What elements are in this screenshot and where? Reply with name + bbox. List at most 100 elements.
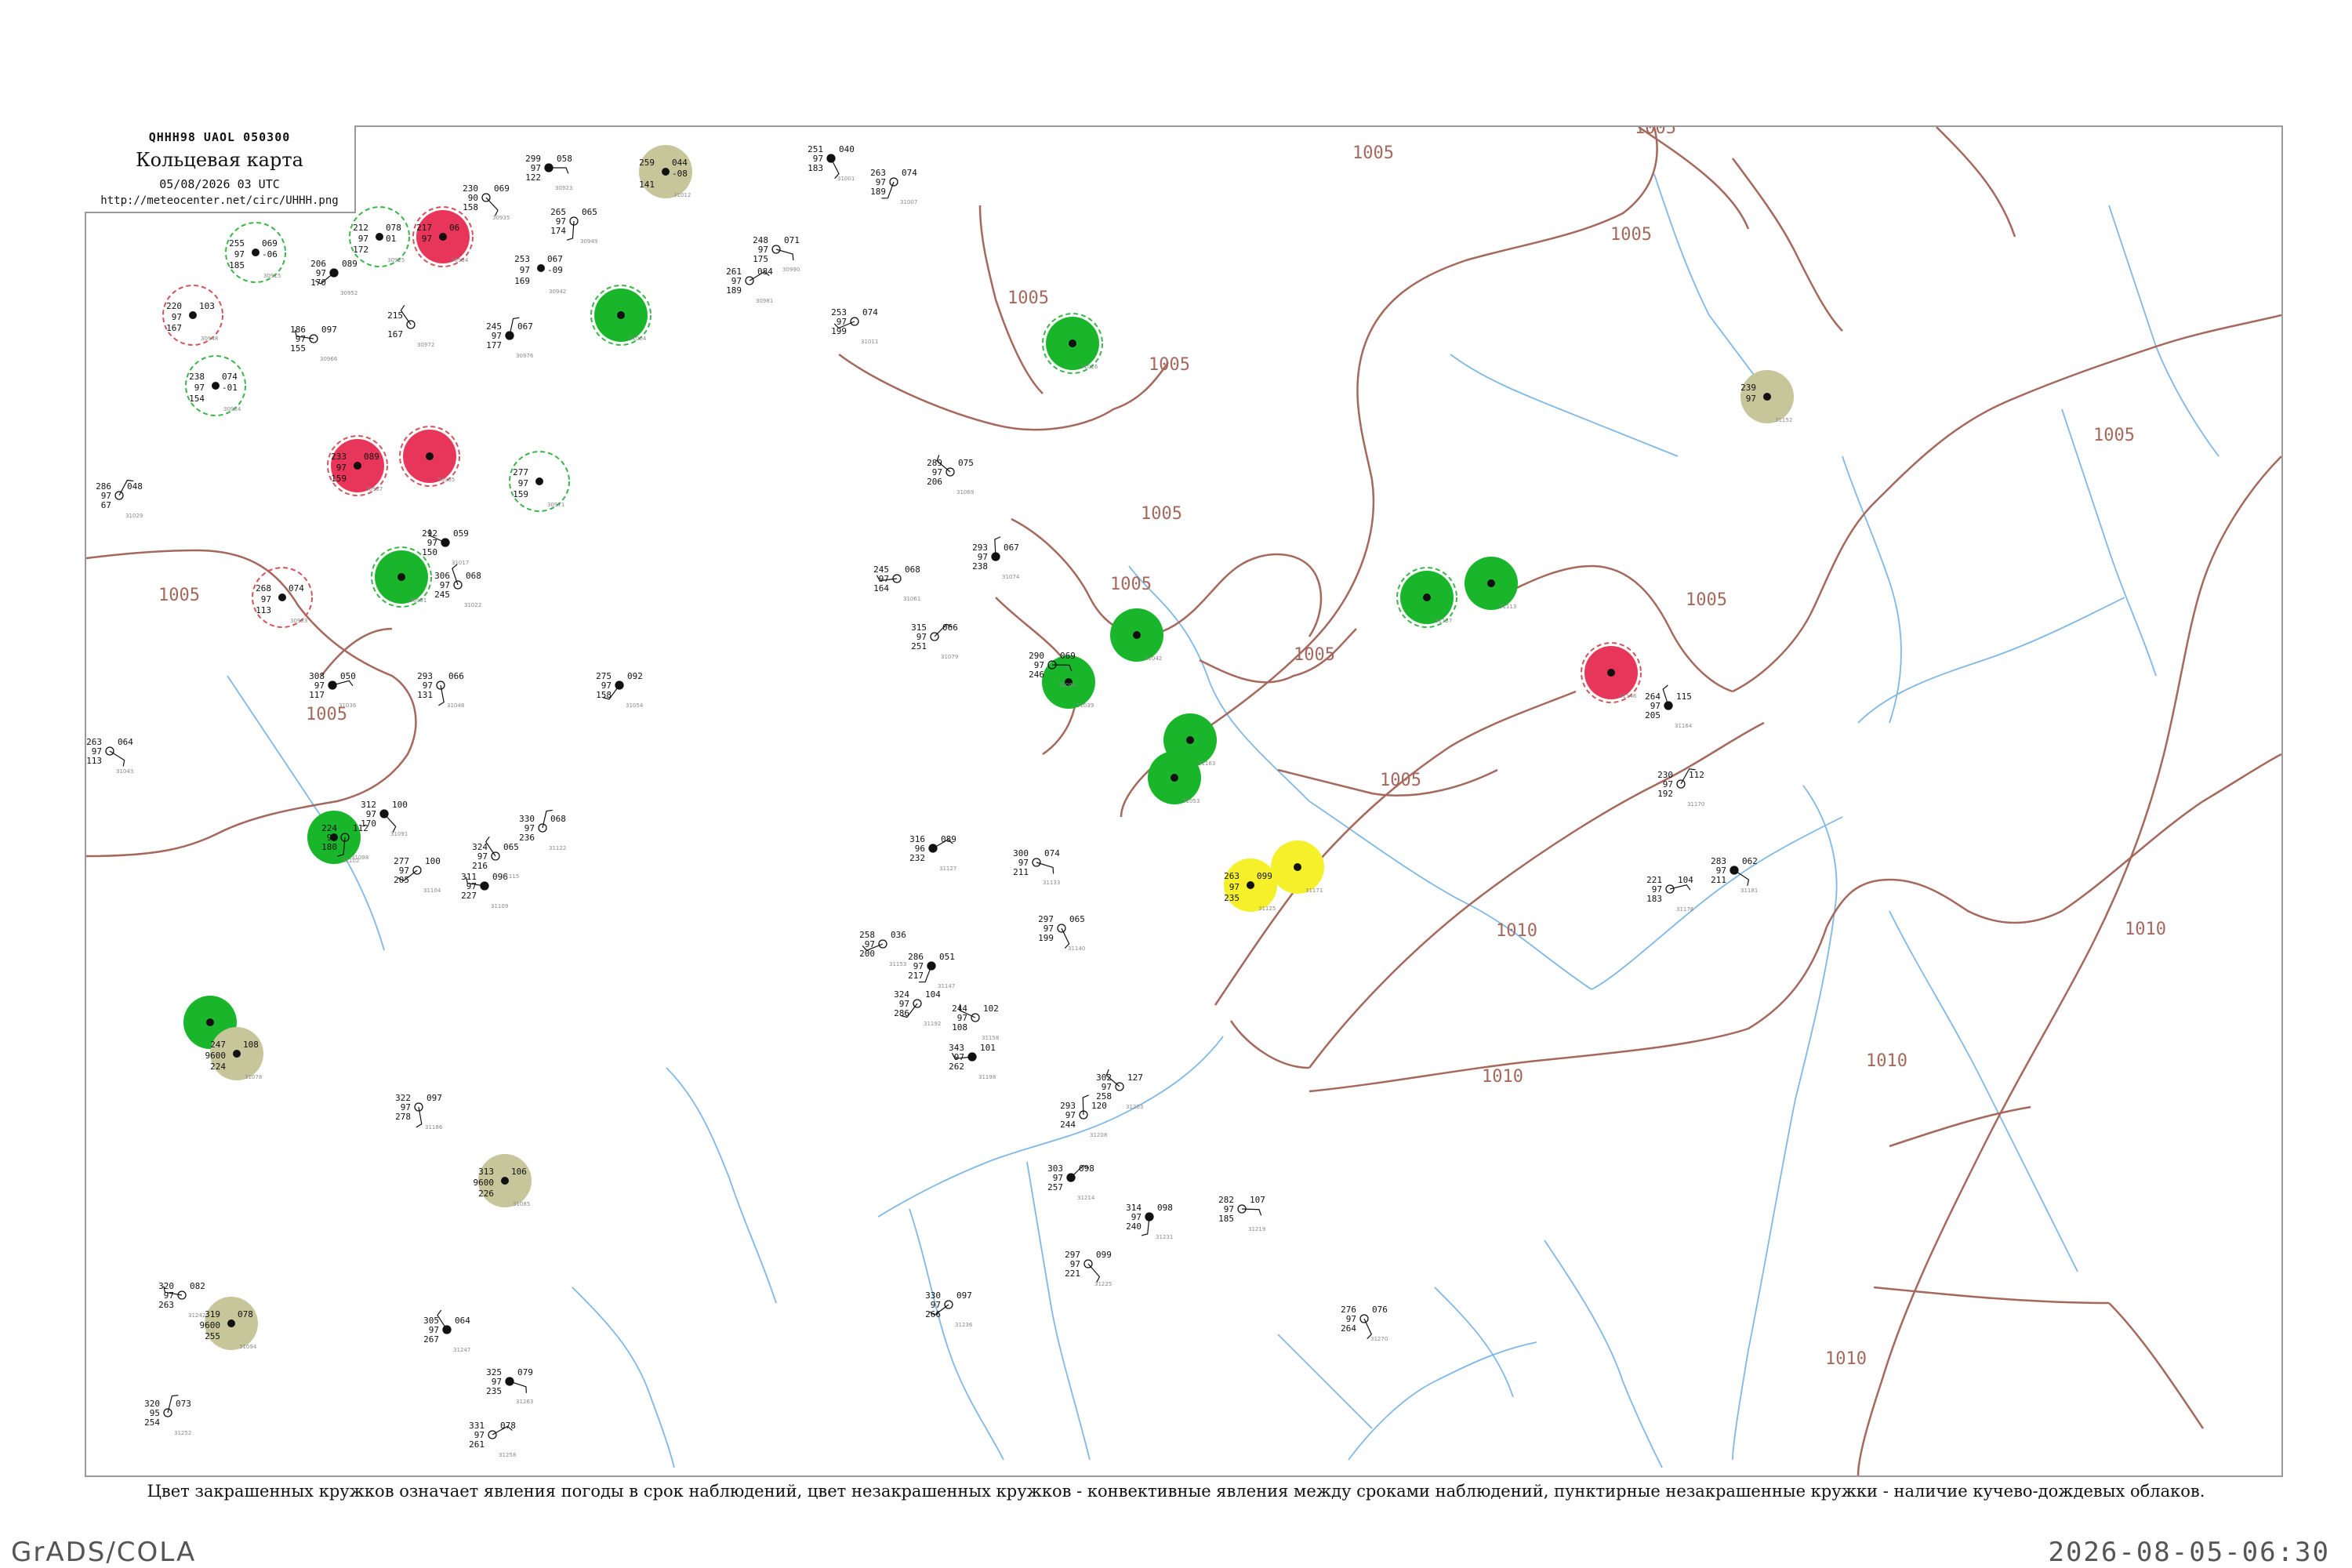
station-value: 067 bbox=[547, 254, 563, 264]
station-value: 078 bbox=[238, 1309, 253, 1319]
station-plot[interactable]: 2779720510031104 bbox=[394, 856, 441, 894]
station-26[interactable]: 31146 bbox=[1581, 642, 1642, 703]
station-09[interactable]: 27797159 30971 bbox=[509, 451, 570, 512]
station-value: 261 bbox=[469, 1439, 485, 1450]
station-plot[interactable]: 2219718310431176 bbox=[1646, 875, 1694, 913]
station-04[interactable]: 25397169 067-09 30942 bbox=[514, 254, 566, 295]
station-plot[interactable]: 3089711705031036 bbox=[309, 671, 357, 709]
station-plot[interactable]: 3319726107831258 bbox=[469, 1421, 516, 1458]
station-plot[interactable]: 2869721705131147 bbox=[908, 952, 955, 989]
station-dot bbox=[617, 311, 625, 319]
station-value: 066 bbox=[448, 671, 464, 681]
isobar-label: 1005 bbox=[1110, 575, 1152, 594]
isobar-label: 1005 bbox=[158, 586, 200, 605]
station-value: 164 bbox=[873, 583, 889, 593]
station-plot[interactable]: 3439726210131198 bbox=[949, 1043, 996, 1080]
station-plot[interactable]: 3209726308231242 bbox=[158, 1281, 205, 1319]
station-plot[interactable]: 2979719906531140 bbox=[1038, 914, 1085, 952]
station-value: 215 bbox=[387, 310, 403, 321]
station-plot[interactable]: 3229727809731186 bbox=[395, 1093, 443, 1131]
station-plot[interactable]: 3169623208931127 bbox=[909, 834, 956, 872]
station-plot[interactable]: 3069724506831022 bbox=[434, 564, 481, 608]
station-plot[interactable]: 2309719211231170 bbox=[1657, 768, 1704, 808]
station-24[interactable]: 26397235 099 31125 bbox=[1224, 858, 1277, 912]
station-25[interactable]: 31137 bbox=[1396, 567, 1457, 628]
station-plot[interactable]: 2309015806930935 bbox=[463, 183, 510, 221]
station-plot[interactable]: 3309726609731236 bbox=[925, 1290, 973, 1328]
station-plot[interactable]: 2519718304031001 bbox=[808, 144, 855, 182]
station-plot[interactable]: 2649720511531164 bbox=[1645, 684, 1693, 729]
station-29[interactable]: 31171 bbox=[1271, 840, 1324, 894]
station-id: 31258 bbox=[499, 1452, 516, 1458]
station-plot[interactable]: 2939723806731074 bbox=[972, 536, 1020, 580]
station-plot[interactable]: 2979722109931225 bbox=[1065, 1250, 1112, 1287]
station-value: 044 bbox=[672, 158, 688, 168]
station-value: 286 bbox=[894, 1008, 909, 1018]
station-value: 104 bbox=[1678, 875, 1693, 885]
isobar-labels: 1005 1005 1005 1005 1005 1005 1005 1005 … bbox=[158, 127, 2166, 1369]
station-23[interactable]: 31113 bbox=[1465, 557, 1518, 610]
station-id: 31074 bbox=[1002, 574, 1020, 580]
station-plot[interactable]: 3159725106631079 bbox=[911, 622, 958, 660]
map-url[interactable]: http://meteocenter.net/circ/UHHH.png bbox=[85, 194, 354, 207]
station-20[interactable]: 3139600226 106 31085 bbox=[474, 1154, 532, 1207]
station-05[interactable]: 22097167 103 30948 bbox=[162, 285, 223, 346]
station-plot[interactable]: 3059726706431247 bbox=[423, 1309, 470, 1353]
station-16[interactable]: 31042 bbox=[1110, 608, 1163, 662]
station-13[interactable]: 259 141 044-08 31012 bbox=[639, 145, 692, 198]
station-plot[interactable]: 286976704831029 bbox=[96, 479, 143, 519]
station-plot[interactable]: 2939713106631048 bbox=[417, 671, 464, 709]
station-02[interactable]: 21297172 07801 30925 bbox=[349, 206, 410, 267]
station-value: 244 bbox=[1060, 1120, 1076, 1130]
station-plot[interactable]: 2659717406530949 bbox=[550, 207, 597, 245]
station-plot[interactable]: 2829718510731219 bbox=[1218, 1195, 1265, 1232]
station-plot[interactable]: 2619718908430981 bbox=[726, 267, 773, 304]
station-plot[interactable]: 2589720003631153 bbox=[859, 930, 906, 967]
station-plot[interactable]: 3249728610431192 bbox=[894, 989, 941, 1027]
station-07[interactable]: 23397159 089 30957 bbox=[327, 435, 388, 496]
station-value: 277 bbox=[513, 467, 528, 477]
station-plot[interactable]: 2769726407631270 bbox=[1341, 1305, 1388, 1342]
station-dot bbox=[501, 1177, 509, 1185]
station-plot[interactable]: 1869715509730966 bbox=[290, 325, 338, 362]
station-value: 257 bbox=[1047, 1182, 1063, 1192]
station-27[interactable]: 23997 31152 bbox=[1740, 370, 1794, 423]
station-plot[interactable]: 2939724412031208 bbox=[1060, 1094, 1107, 1138]
station-12[interactable]: 31004 bbox=[590, 285, 652, 346]
station-14[interactable]: 31026 bbox=[1042, 313, 1103, 374]
station-value: 97 bbox=[358, 234, 368, 244]
render-timestamp: 2026-08-05-06:30 bbox=[2048, 1537, 2330, 1568]
station-21[interactable]: 3199600255 078 31094 bbox=[200, 1297, 259, 1350]
station-plot[interactable]: 2999712205830923 bbox=[525, 154, 572, 191]
station-value: 112 bbox=[1689, 770, 1704, 780]
station-plot[interactable]: 215 167 30972 bbox=[387, 304, 434, 348]
station-28[interactable]: 31163 bbox=[1163, 713, 1217, 767]
station-01[interactable]: 25597185 069-06 30915 bbox=[225, 222, 286, 283]
station-plot[interactable]: 2899720607531069 bbox=[927, 455, 974, 495]
station-plot[interactable]: 2459716406831061 bbox=[873, 564, 920, 602]
station-value: 259 bbox=[639, 158, 655, 168]
station-plot[interactable]: 2759715809231054 bbox=[596, 671, 644, 709]
station-plot[interactable]: 2839721106231181 bbox=[1711, 856, 1758, 894]
station-plot[interactable]: 2639718907431007 bbox=[870, 168, 917, 205]
station-plot[interactable]: 3259723507931263 bbox=[486, 1367, 533, 1405]
station-plot[interactable]: 3009721107431133 bbox=[1013, 848, 1060, 886]
station-plot[interactable]: 3309723606831122 bbox=[519, 809, 566, 851]
station-plot[interactable]: 2639711306431043 bbox=[86, 737, 133, 775]
station-value: 247 bbox=[210, 1040, 226, 1050]
station-plot[interactable]: 2069717008930952 bbox=[310, 259, 358, 296]
station-08[interactable]: 30965 bbox=[399, 426, 460, 487]
station-plot[interactable]: 3039725709831214 bbox=[1047, 1163, 1095, 1201]
station-03[interactable]: 21797 06 30934 bbox=[412, 206, 474, 267]
station-plot[interactable]: 2459717706730976 bbox=[486, 317, 534, 359]
station-10[interactable]: 26897113 074 30983 bbox=[252, 567, 313, 628]
station-value: 107 bbox=[1250, 1195, 1265, 1205]
station-plot[interactable]: 2539719907431011 bbox=[831, 307, 878, 345]
station-plot[interactable]: 2929715005931017 bbox=[422, 528, 469, 566]
station-plot[interactable]: 2449710810231158 bbox=[952, 1004, 999, 1041]
station-06[interactable]: 23897154 074-01 30954 bbox=[185, 355, 246, 416]
station-plot[interactable]: 3209525407331252 bbox=[144, 1395, 191, 1436]
station-plot[interactable]: 3149724009831231 bbox=[1126, 1203, 1173, 1240]
station-id: 31152 bbox=[1775, 417, 1792, 423]
map-canvas: 1005 1005 1005 1005 1005 1005 1005 1005 … bbox=[86, 127, 2281, 1475]
